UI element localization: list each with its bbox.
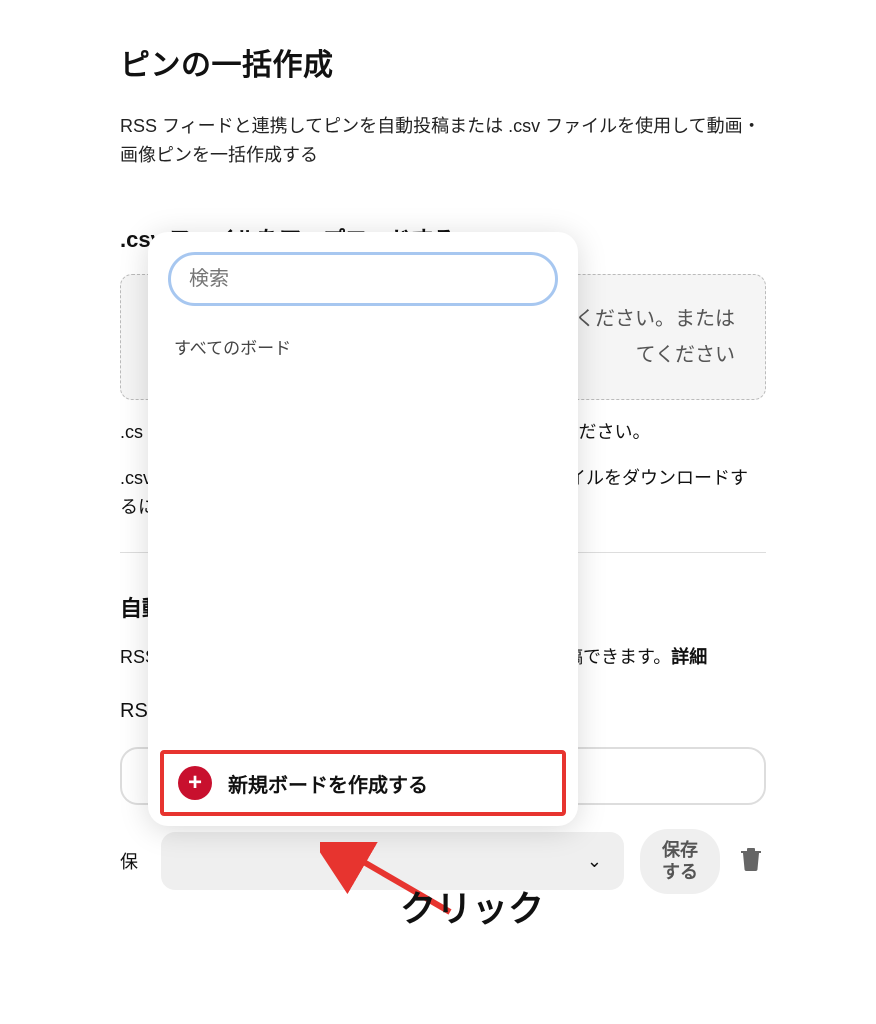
trash-icon	[740, 847, 762, 871]
save-button[interactable]: 保存する	[640, 829, 720, 894]
create-new-board-button[interactable]: + 新規ボードを作成する	[160, 750, 566, 816]
chevron-down-icon: ⌄	[587, 851, 602, 872]
page-description: RSS フィードと連携してピンを自動投稿または .csv ファイルを使用して動画…	[120, 112, 766, 170]
create-board-label: 新規ボードを作成する	[228, 769, 428, 798]
board-select-dropdown[interactable]: ⌄	[161, 832, 624, 890]
search-input[interactable]	[168, 252, 558, 306]
csv-hint1-prefix: .cs	[120, 422, 143, 442]
board-picker-popup: すべてのボード + 新規ボードを作成する	[148, 232, 578, 826]
save-to-label: 保	[120, 848, 145, 874]
rss-detail-link[interactable]: 詳細	[671, 647, 707, 667]
plus-icon: +	[178, 766, 212, 800]
page-title: ピンの一括作成	[120, 40, 766, 84]
delete-button[interactable]	[736, 847, 766, 876]
all-boards-label: すべてのボード	[156, 324, 570, 375]
